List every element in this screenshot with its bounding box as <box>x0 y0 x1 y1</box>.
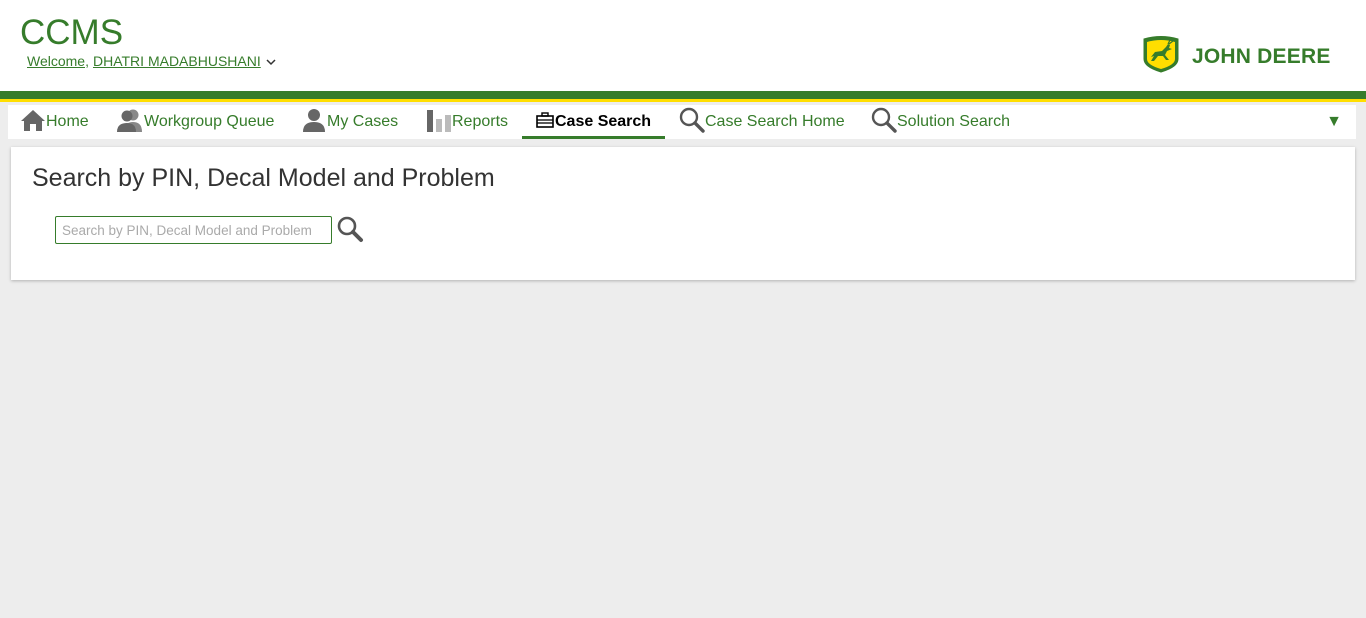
brand-stripe-yellow <box>0 99 1366 102</box>
nav-item-case-search-home[interactable]: Case Search Home <box>679 105 845 139</box>
nav-label-my-cases: My Cases <box>327 113 399 130</box>
nav-item-workgroup-queue[interactable]: Workgroup Queue <box>116 105 274 139</box>
group-icon <box>116 108 144 137</box>
nav-label-solution-search: Solution Search <box>897 113 1010 130</box>
search-icon <box>871 107 897 138</box>
nav-label-reports: Reports <box>452 113 509 130</box>
user-icon <box>302 108 327 137</box>
page-title: Search by PIN, Decal Model and Problem <box>32 164 495 192</box>
briefcase-icon <box>536 111 555 133</box>
nav-item-case-search[interactable]: Case Search <box>521 105 666 139</box>
nav-item-my-cases[interactable]: My Cases <box>302 105 398 139</box>
main-nav: Home Workgroup Queue My Cases Reports Ca… <box>8 105 1356 139</box>
home-icon <box>20 108 46 137</box>
search-button[interactable] <box>336 215 364 243</box>
brand-name: JOHN DEERE <box>1192 44 1331 68</box>
bar-chart-icon <box>426 108 452 137</box>
chevron-down-icon[interactable] <box>265 55 277 67</box>
magnifier-icon <box>337 216 363 242</box>
search-icon <box>679 107 705 138</box>
nav-label-home: Home <box>46 113 89 130</box>
search-card: Search by PIN, Decal Model and Problem <box>11 147 1355 280</box>
app-header: CCMS Welcome, DHATRI MADABHUSHANI JOHN D… <box>0 0 1366 91</box>
brand-stripe-green <box>0 91 1366 99</box>
nav-more-icon[interactable]: ▼ <box>1326 113 1342 131</box>
john-deere-logo: JOHN DEERE <box>1140 35 1331 78</box>
nav-label-case-search-home: Case Search Home <box>705 113 845 130</box>
nav-item-solution-search[interactable]: Solution Search <box>871 105 1010 139</box>
welcome-label: Welcome, <box>27 53 89 69</box>
nav-item-home[interactable]: Home <box>20 105 89 139</box>
app-title: CCMS <box>20 13 124 52</box>
nav-label-workgroup-queue: Workgroup Queue <box>144 113 275 130</box>
nav-label-case-search: Case Search <box>555 113 652 130</box>
deer-logo-icon <box>1140 35 1182 78</box>
search-input[interactable] <box>55 216 332 244</box>
nav-item-reports[interactable]: Reports <box>426 105 508 139</box>
user-menu[interactable]: Welcome, DHATRI MADABHUSHANI <box>27 53 277 69</box>
user-name[interactable]: DHATRI MADABHUSHANI <box>93 53 261 69</box>
